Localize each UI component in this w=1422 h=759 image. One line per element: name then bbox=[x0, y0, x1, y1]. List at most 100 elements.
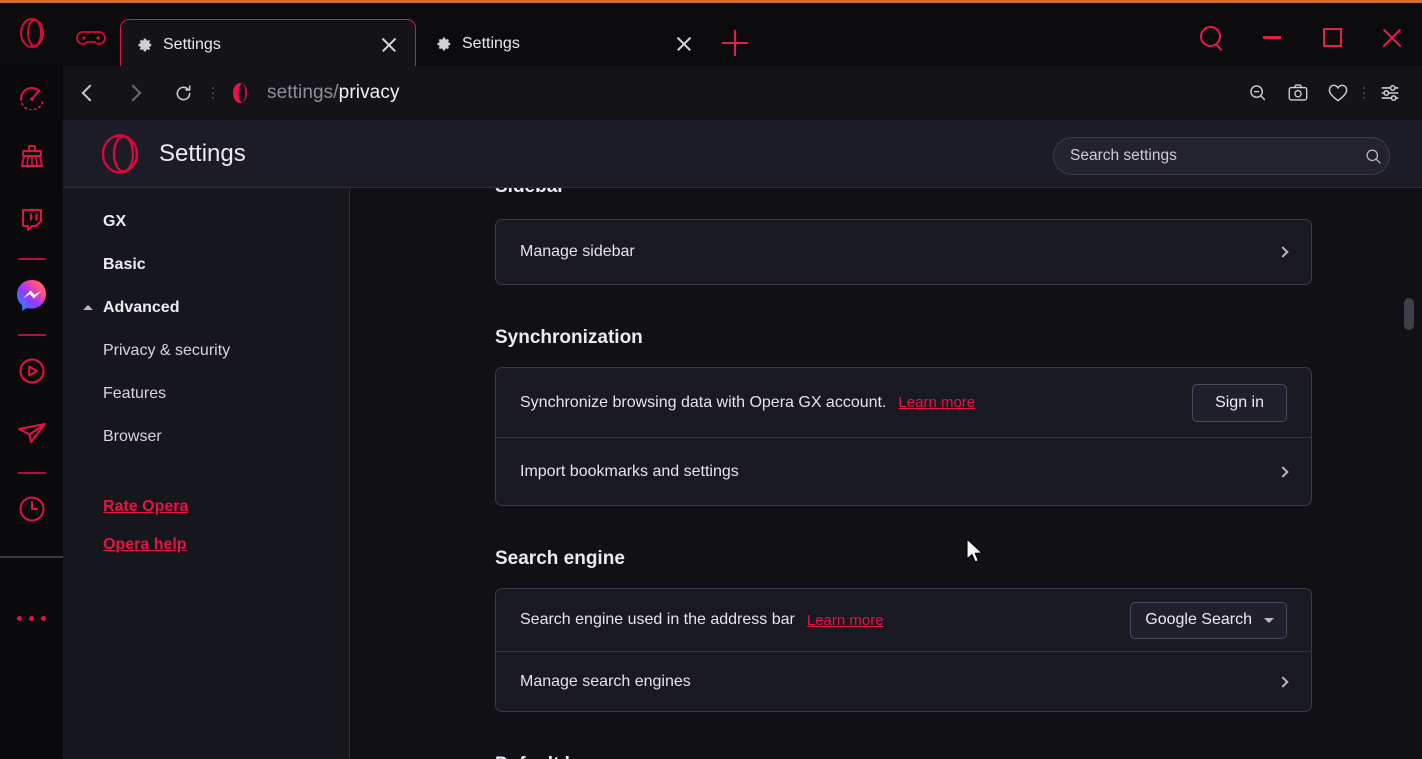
row-manage-search-engines[interactable]: Manage search engines bbox=[496, 651, 1311, 711]
row-import-bookmarks[interactable]: Import bookmarks and settings bbox=[496, 437, 1311, 505]
tab-close-icon[interactable] bbox=[672, 32, 696, 56]
settings-header: Settings bbox=[63, 120, 1422, 188]
sidebar-item-history[interactable] bbox=[0, 480, 63, 542]
chevron-left-icon bbox=[81, 84, 98, 102]
address-bar: settings/privacy bbox=[63, 66, 1422, 120]
chevron-down-icon bbox=[1264, 617, 1274, 623]
sign-in-button[interactable]: Sign in bbox=[1192, 383, 1287, 422]
url-page: privacy bbox=[338, 82, 400, 103]
snapshot-camera-icon[interactable] bbox=[1278, 66, 1318, 120]
address-bar-divider bbox=[207, 66, 219, 120]
sidebar-item-messenger[interactable] bbox=[0, 266, 63, 328]
gx-control-icon bbox=[17, 80, 47, 115]
gear-icon bbox=[434, 35, 452, 53]
reload-button[interactable] bbox=[159, 66, 207, 120]
sidebar-divider bbox=[17, 258, 46, 260]
section-title-search-engine: Search engine bbox=[495, 548, 625, 569]
tab-settings-2[interactable]: Settings bbox=[420, 21, 710, 67]
sidebar-item-gx-control[interactable] bbox=[0, 66, 63, 128]
window-controls bbox=[1182, 6, 1422, 69]
card-sidebar: Manage sidebar bbox=[495, 219, 1312, 285]
sidebar-item-telegram[interactable] bbox=[0, 404, 63, 466]
player-icon bbox=[17, 356, 47, 391]
url-path: settings/ bbox=[267, 82, 339, 103]
row-search-engine-default: Search engine used in the address bar Le… bbox=[496, 589, 1311, 651]
opera-logo-icon bbox=[99, 133, 141, 175]
search-input[interactable] bbox=[1054, 147, 1357, 165]
sidebar-item-basic[interactable]: Basic bbox=[63, 243, 349, 286]
tab-close-icon[interactable] bbox=[377, 33, 401, 57]
row-label: Import bookmarks and settings bbox=[520, 462, 739, 480]
chevron-up-icon bbox=[83, 305, 93, 310]
telegram-icon bbox=[16, 419, 48, 452]
settings-nav: GX Basic Advanced Privacy & security Fea… bbox=[63, 188, 350, 759]
content-scrollbar[interactable] bbox=[1400, 188, 1418, 759]
forward-button[interactable] bbox=[111, 66, 159, 120]
window-search-button[interactable] bbox=[1182, 6, 1242, 69]
heart-icon[interactable] bbox=[1318, 66, 1358, 120]
maximize-icon bbox=[1322, 28, 1342, 47]
section-title-synchronization: Synchronization bbox=[495, 327, 643, 348]
opera-o-icon bbox=[227, 80, 253, 106]
browser-sidebar bbox=[0, 66, 63, 759]
section-title-sidebar: Sidebar bbox=[350, 188, 565, 198]
gear-icon bbox=[135, 36, 153, 54]
nav-label: Basic bbox=[103, 255, 146, 273]
opera-logo-icon[interactable] bbox=[16, 17, 48, 49]
sidebar-more-button[interactable] bbox=[0, 598, 63, 638]
dropdown-value: Google Search bbox=[1145, 611, 1252, 628]
learn-more-link[interactable]: Learn more bbox=[898, 394, 975, 411]
settings-page: Settings GX Basic Advanced bbox=[63, 120, 1422, 759]
sidebar-item-features[interactable]: Features bbox=[63, 372, 349, 415]
tab-settings-1[interactable]: Settings bbox=[120, 19, 416, 69]
row-label: Synchronize browsing data with Opera GX … bbox=[520, 393, 887, 411]
reload-icon bbox=[174, 84, 193, 103]
row-manage-sidebar[interactable]: Manage sidebar bbox=[496, 220, 1311, 284]
settings-content: Sidebar Manage sidebar Synchronization S… bbox=[350, 188, 1422, 759]
chevron-right-icon bbox=[1277, 675, 1289, 688]
nav-label: Features bbox=[103, 384, 167, 402]
search-engine-dropdown[interactable]: Google Search bbox=[1130, 601, 1287, 639]
zoom-out-icon[interactable] bbox=[1238, 66, 1278, 120]
easy-setup-sliders-icon[interactable] bbox=[1370, 66, 1410, 120]
row-sync-account: Synchronize browsing data with Opera GX … bbox=[496, 368, 1311, 437]
sidebar-item-gx[interactable]: GX bbox=[63, 200, 349, 243]
back-button[interactable] bbox=[63, 66, 111, 120]
minimize-button[interactable] bbox=[1242, 6, 1302, 69]
sidebar-item-gx-cleaner[interactable] bbox=[0, 128, 63, 190]
new-tab-button[interactable] bbox=[722, 30, 748, 56]
close-icon bbox=[1380, 26, 1404, 50]
url-text[interactable]: settings/privacy bbox=[267, 82, 400, 104]
search-icon bbox=[1199, 25, 1225, 51]
chevron-right-icon bbox=[124, 84, 141, 102]
sidebar-item-twitch[interactable] bbox=[0, 190, 63, 252]
section-title-default-browser: Default browser bbox=[350, 754, 1422, 759]
nav-label: Privacy & security bbox=[103, 341, 231, 359]
row-label: Manage search engines bbox=[520, 672, 691, 690]
address-bar-right-divider bbox=[1358, 66, 1370, 120]
opera-help-link[interactable]: Opera help bbox=[63, 526, 349, 564]
search-settings-box[interactable] bbox=[1053, 137, 1390, 175]
sidebar-item-privacy-security[interactable]: Privacy & security bbox=[63, 329, 349, 372]
nav-label: Browser bbox=[103, 427, 162, 445]
tab-title: Settings bbox=[462, 35, 520, 52]
sidebar-divider bbox=[17, 334, 46, 336]
twitch-icon bbox=[18, 205, 46, 238]
maximize-button[interactable] bbox=[1302, 6, 1362, 69]
search-icon bbox=[1357, 147, 1389, 165]
address-bar-actions bbox=[1238, 66, 1422, 120]
sidebar-item-advanced[interactable]: Advanced bbox=[63, 286, 349, 329]
gx-controller-icon[interactable] bbox=[74, 28, 108, 48]
sidebar-item-browser[interactable]: Browser bbox=[63, 415, 349, 458]
sidebar-item-player[interactable] bbox=[0, 342, 63, 404]
scrollbar-thumb[interactable] bbox=[1404, 298, 1414, 330]
gx-cleaner-broom-icon bbox=[17, 142, 47, 177]
close-window-button[interactable] bbox=[1362, 6, 1422, 69]
history-clock-icon bbox=[17, 494, 47, 529]
minimize-icon bbox=[1263, 36, 1281, 39]
learn-more-link[interactable]: Learn more bbox=[807, 612, 884, 629]
nav-label: GX bbox=[103, 212, 127, 230]
rate-opera-link[interactable]: Rate Opera bbox=[63, 488, 349, 526]
sidebar-divider bbox=[17, 472, 46, 474]
